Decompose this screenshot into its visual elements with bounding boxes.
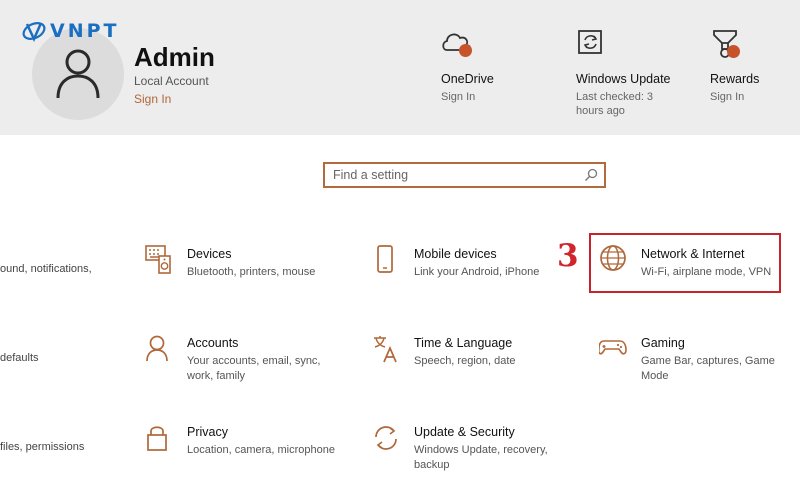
language-icon <box>374 336 397 363</box>
account-name: Admin <box>134 42 215 72</box>
tile-accounts[interactable]: Accounts Your accounts, email, sync, wor… <box>145 334 360 404</box>
globe-icon <box>600 245 626 271</box>
partial-tile-description: defaults <box>0 352 39 364</box>
account-type: Local Account <box>134 74 209 88</box>
windows-update-subtitle: Last checked: 3 hours ago <box>576 91 654 117</box>
tile-privacy-title: Privacy <box>187 425 228 439</box>
tile-mobile-devices[interactable]: Mobile devices Link your Android, iPhone <box>372 245 587 315</box>
tile-devices-title: Devices <box>187 247 232 261</box>
tile-gaming-desc: Game Bar, captures, Game Mode <box>641 355 775 382</box>
lock-icon <box>147 426 167 451</box>
partial-tile-description: files, permissions <box>0 441 85 453</box>
tile-gaming[interactable]: Gaming Game Bar, captures, Game Mode <box>599 334 800 404</box>
logo-text: VNPT <box>50 20 120 42</box>
tile-time-language-desc: Speech, region, date <box>414 355 516 367</box>
search-box[interactable] <box>323 162 606 188</box>
tile-gaming-title: Gaming <box>641 336 685 350</box>
tile-network-internet-desc: Wi-Fi, airplane mode, VPN <box>641 266 772 278</box>
trophy-icon <box>710 28 744 62</box>
tile-privacy-desc: Location, camera, microphone <box>187 444 335 456</box>
account-header: VNPT Admin Local Account Sign In OneDriv… <box>0 0 800 135</box>
tile-privacy[interactable]: Privacy Location, camera, microphone <box>145 423 360 493</box>
windows-update-title: Windows Update <box>576 72 671 86</box>
partial-tile-description: ound, notifications, <box>0 263 92 275</box>
tile-time-language[interactable]: Time & Language Speech, region, date <box>372 334 587 404</box>
cloud-icon <box>441 28 475 62</box>
windows-update-tile[interactable]: Windows Update Last checked: 3 hours ago <box>576 28 676 118</box>
sync-icon <box>576 28 610 62</box>
tile-network-internet[interactable]: Network & Internet Wi-Fi, airplane mode,… <box>599 245 800 315</box>
user-icon <box>56 49 100 99</box>
phone-icon <box>377 245 393 273</box>
tile-accounts-desc: Your accounts, email, sync, work, family <box>187 355 321 382</box>
person-icon <box>146 335 168 362</box>
search-icon[interactable] <box>584 168 598 182</box>
onedrive-subtitle: Sign In <box>441 91 476 103</box>
tile-mobile-devices-desc: Link your Android, iPhone <box>414 266 540 278</box>
rewards-subtitle: Sign In <box>710 91 745 103</box>
step-number-annotation: 3 <box>557 238 579 274</box>
vnpt-logo-mark-icon <box>22 22 46 42</box>
keyboard-speaker-icon <box>145 245 171 274</box>
gamepad-icon <box>599 340 627 355</box>
tile-mobile-devices-title: Mobile devices <box>414 247 497 261</box>
search-input[interactable] <box>325 164 583 186</box>
tile-time-language-title: Time & Language <box>414 336 513 350</box>
rewards-title: Rewards <box>710 72 760 86</box>
tile-update-security-desc: Windows Update, recovery, backup <box>414 444 548 471</box>
tile-accounts-title: Accounts <box>187 336 239 350</box>
tile-update-security-title: Update & Security <box>414 425 515 439</box>
tile-devices[interactable]: Devices Bluetooth, printers, mouse <box>145 245 360 315</box>
tile-network-internet-title: Network & Internet <box>641 247 745 261</box>
tile-update-security[interactable]: Update & Security Windows Update, recove… <box>372 423 587 493</box>
vnpt-logo: VNPT <box>22 20 120 42</box>
onedrive-tile[interactable]: OneDrive Sign In <box>441 28 494 104</box>
account-sign-in-link[interactable]: Sign In <box>134 92 171 106</box>
rewards-tile[interactable]: Rewards Sign In <box>710 28 759 104</box>
onedrive-title: OneDrive <box>441 72 494 86</box>
refresh-icon <box>375 426 397 450</box>
tile-devices-desc: Bluetooth, printers, mouse <box>187 266 316 278</box>
